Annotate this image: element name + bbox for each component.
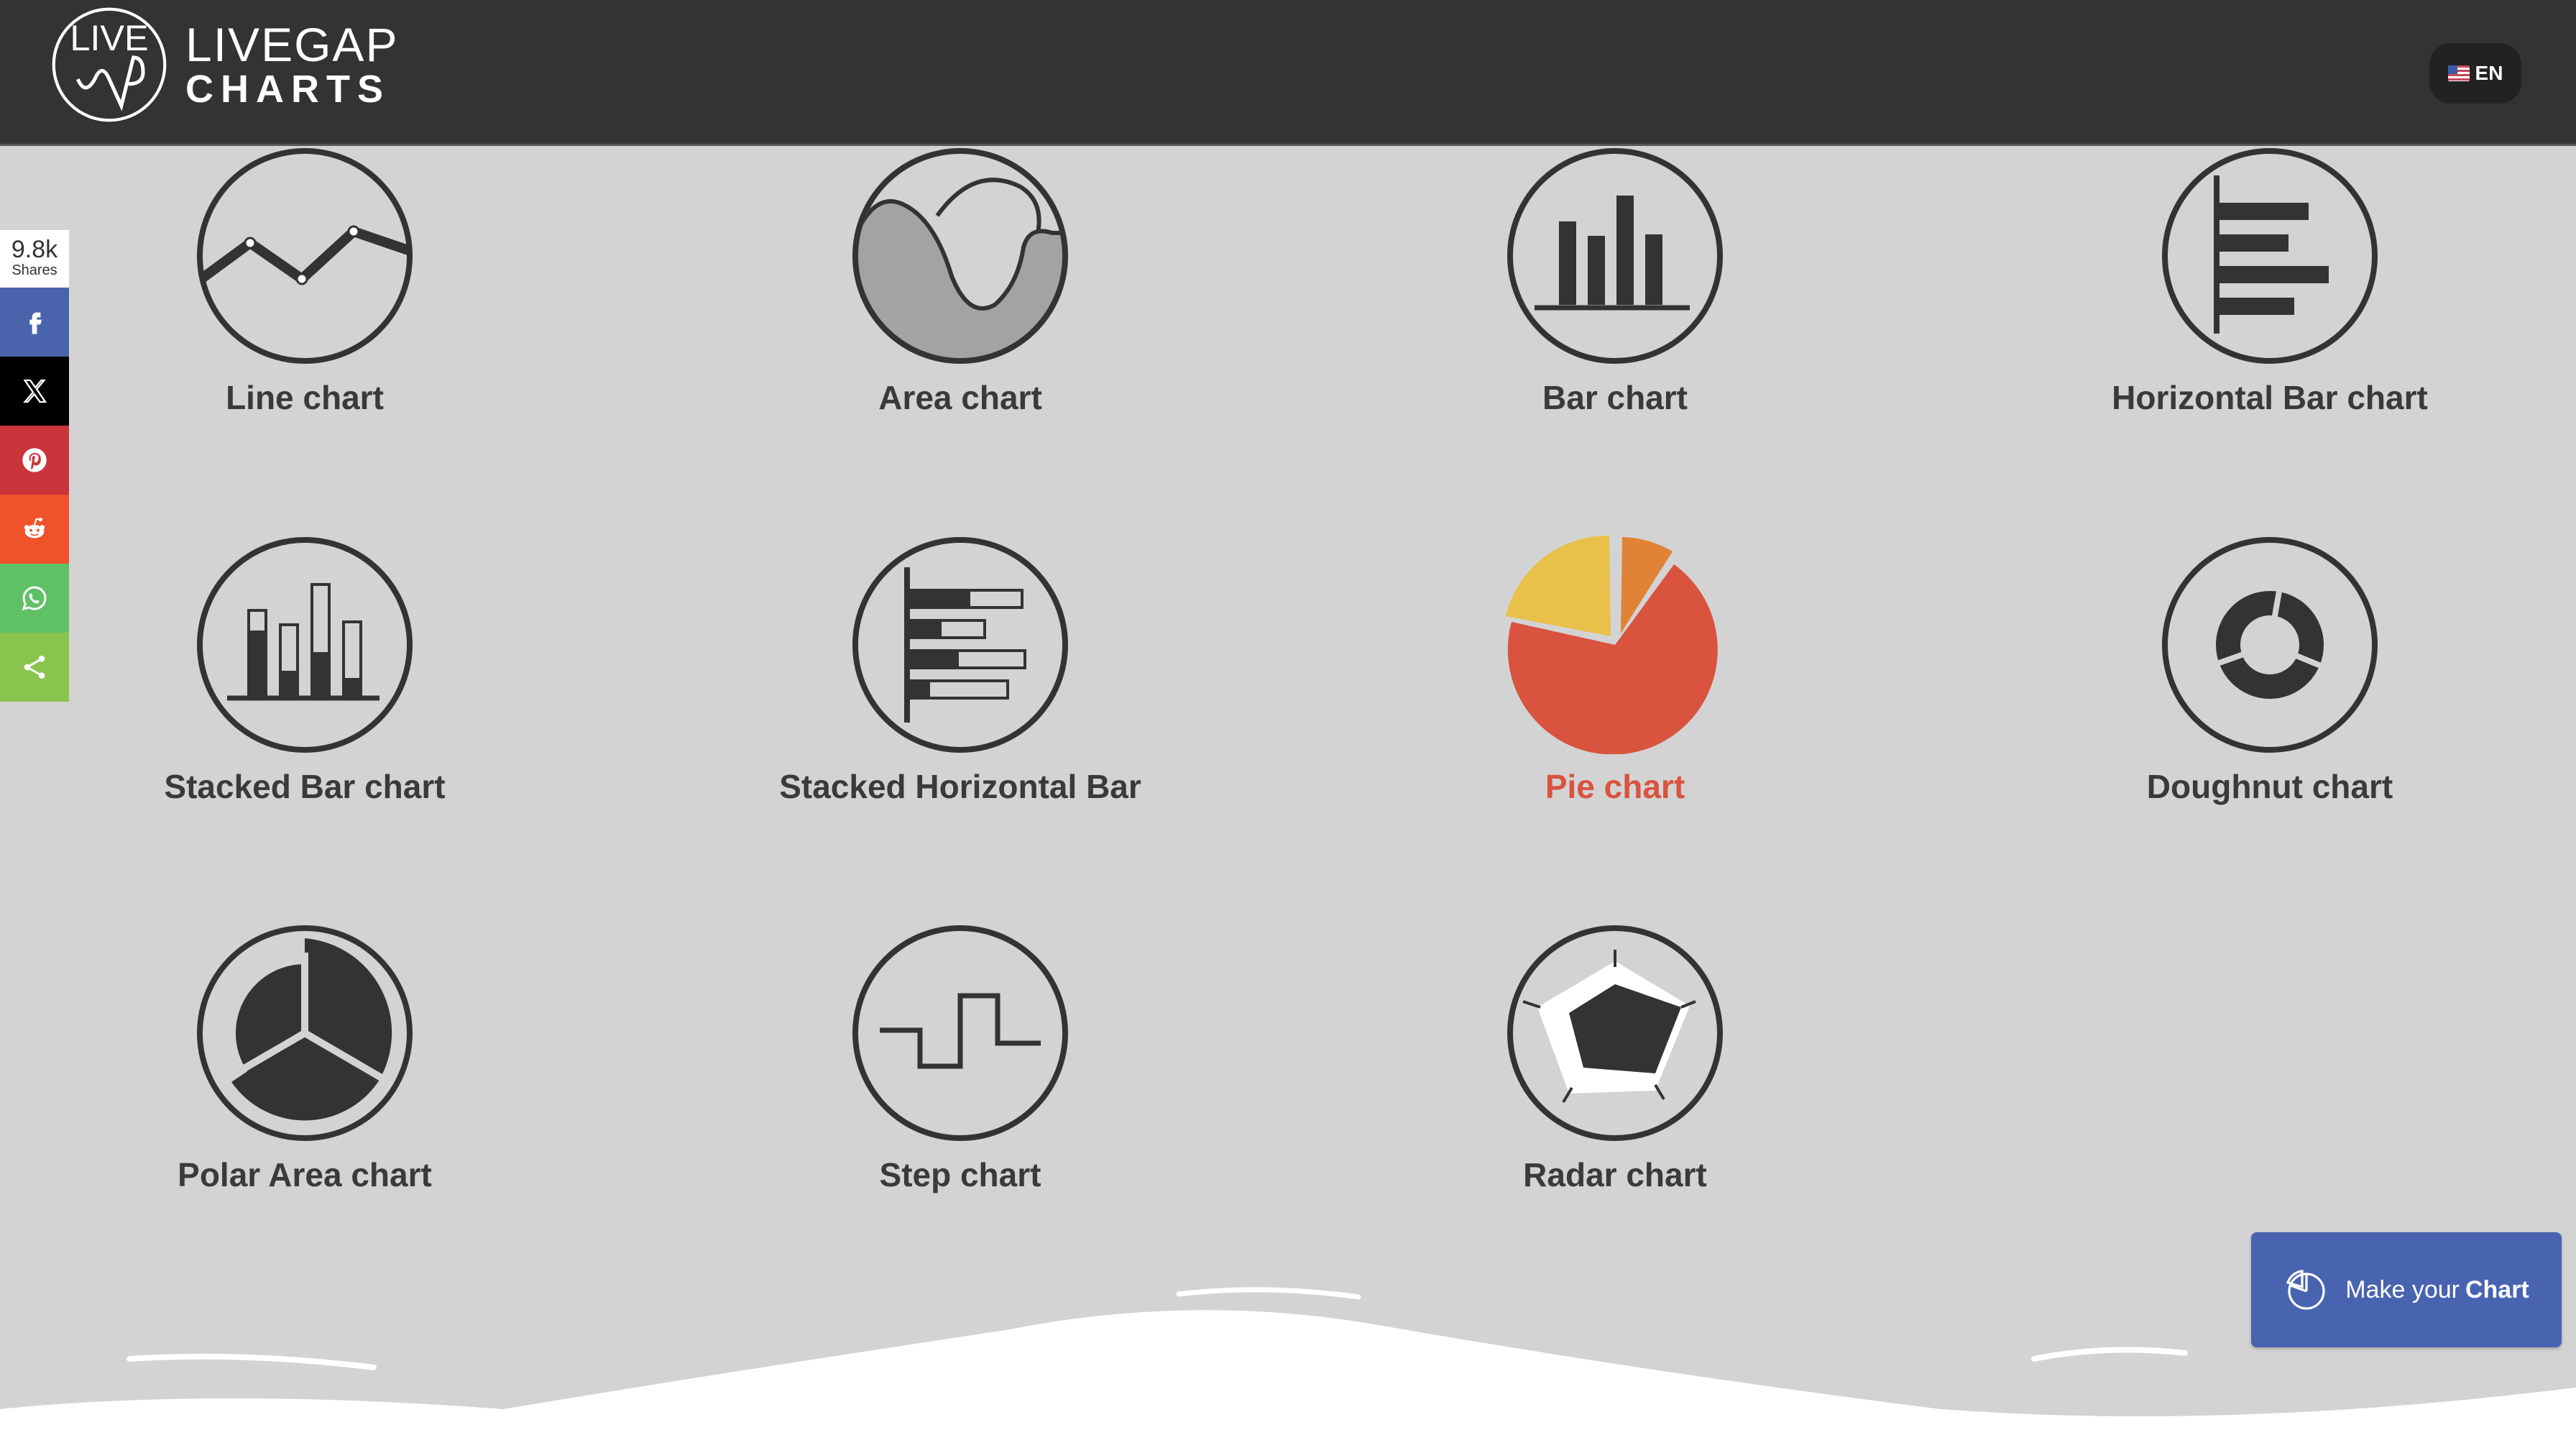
svg-text:LIVE: LIVE — [70, 17, 148, 58]
us-flag-icon — [2447, 65, 2470, 81]
chart-type-label: Doughnut chart — [2146, 768, 2393, 805]
radar-chart-icon — [1507, 925, 1723, 1141]
chart-type-label: Radar chart — [1523, 1156, 1707, 1193]
logo-line1: LIVEGAP — [185, 18, 399, 71]
polar-area-chart-icon — [197, 925, 413, 1141]
bar-chart-icon — [1507, 148, 1723, 364]
chart-type-label: Stacked Bar chart — [164, 768, 446, 805]
make-your-chart-button[interactable]: Make your Chart — [2251, 1232, 2562, 1347]
chart-type-horizontal-bar[interactable]: Horizontal Bar chart — [2018, 147, 2521, 417]
chart-type-label: Step chart — [879, 1156, 1041, 1193]
chart-type-label: Area chart — [878, 379, 1042, 416]
chart-type-polar-area[interactable]: Polar Area chart — [53, 924, 556, 1194]
decorative-wave-footer — [0, 1287, 2576, 1435]
pie-outline-icon — [2286, 1270, 2325, 1310]
pinterest-share-button[interactable] — [0, 426, 69, 495]
chart-type-stacked-bar[interactable]: Stacked Bar chart — [53, 536, 556, 806]
chart-type-label: Bar chart — [1542, 379, 1688, 416]
livegap-logo-mark: LIVE — [52, 7, 167, 122]
doughnut-chart-icon — [2162, 537, 2378, 753]
pie-chart-icon — [1506, 536, 1718, 754]
chart-type-doughnut[interactable]: Doughnut chart — [2018, 536, 2521, 806]
chart-type-label: Line chart — [226, 379, 384, 416]
share-icon — [24, 656, 45, 679]
make-your-chart-bold: Chart — [2465, 1275, 2529, 1303]
top-navbar: LIVE LIVEGAP CHARTS EN — [0, 0, 2576, 146]
stacked-horizontal-bar-icon — [852, 537, 1068, 753]
livegap-logo[interactable]: LIVE LIVEGAP CHARTS — [49, 4, 398, 125]
whatsapp-icon — [22, 586, 47, 611]
logo-line2: CHARTS — [185, 68, 390, 111]
chart-type-label: Stacked Horizontal Bar — [779, 768, 1141, 805]
chart-type-radar[interactable]: Radar chart — [1363, 924, 1867, 1194]
chart-type-area[interactable]: Area chart — [709, 147, 1212, 417]
stacked-bar-chart-icon — [197, 537, 413, 753]
chart-type-stacked-horizontal-bar[interactable]: Stacked Horizontal Bar — [709, 536, 1212, 806]
chart-type-bar[interactable]: Bar chart — [1363, 147, 1867, 417]
chart-type-pie[interactable]: Pie chart — [1363, 536, 1867, 806]
reddit-icon — [24, 518, 45, 538]
chart-type-label: Pie chart — [1545, 768, 1685, 805]
make-your-chart-prefix: Make your — [2345, 1275, 2460, 1303]
area-chart-icon — [852, 148, 1068, 364]
chart-type-label: Horizontal Bar chart — [2112, 379, 2428, 416]
step-chart-icon — [852, 925, 1068, 1141]
facebook-icon — [29, 312, 42, 334]
x-icon — [23, 379, 47, 403]
horizontal-bar-chart-icon — [2162, 148, 2378, 364]
language-label: EN — [2475, 62, 2503, 84]
line-chart-icon — [197, 148, 413, 364]
pinterest-icon — [22, 448, 47, 472]
chart-type-step[interactable]: Step chart — [709, 924, 1212, 1194]
language-selector[interactable]: EN — [2429, 43, 2521, 104]
chart-type-label: Polar Area chart — [178, 1156, 432, 1193]
chart-type-line[interactable]: Line chart — [53, 147, 556, 417]
logo-wordmark: LIVEGAP CHARTS — [185, 21, 398, 109]
